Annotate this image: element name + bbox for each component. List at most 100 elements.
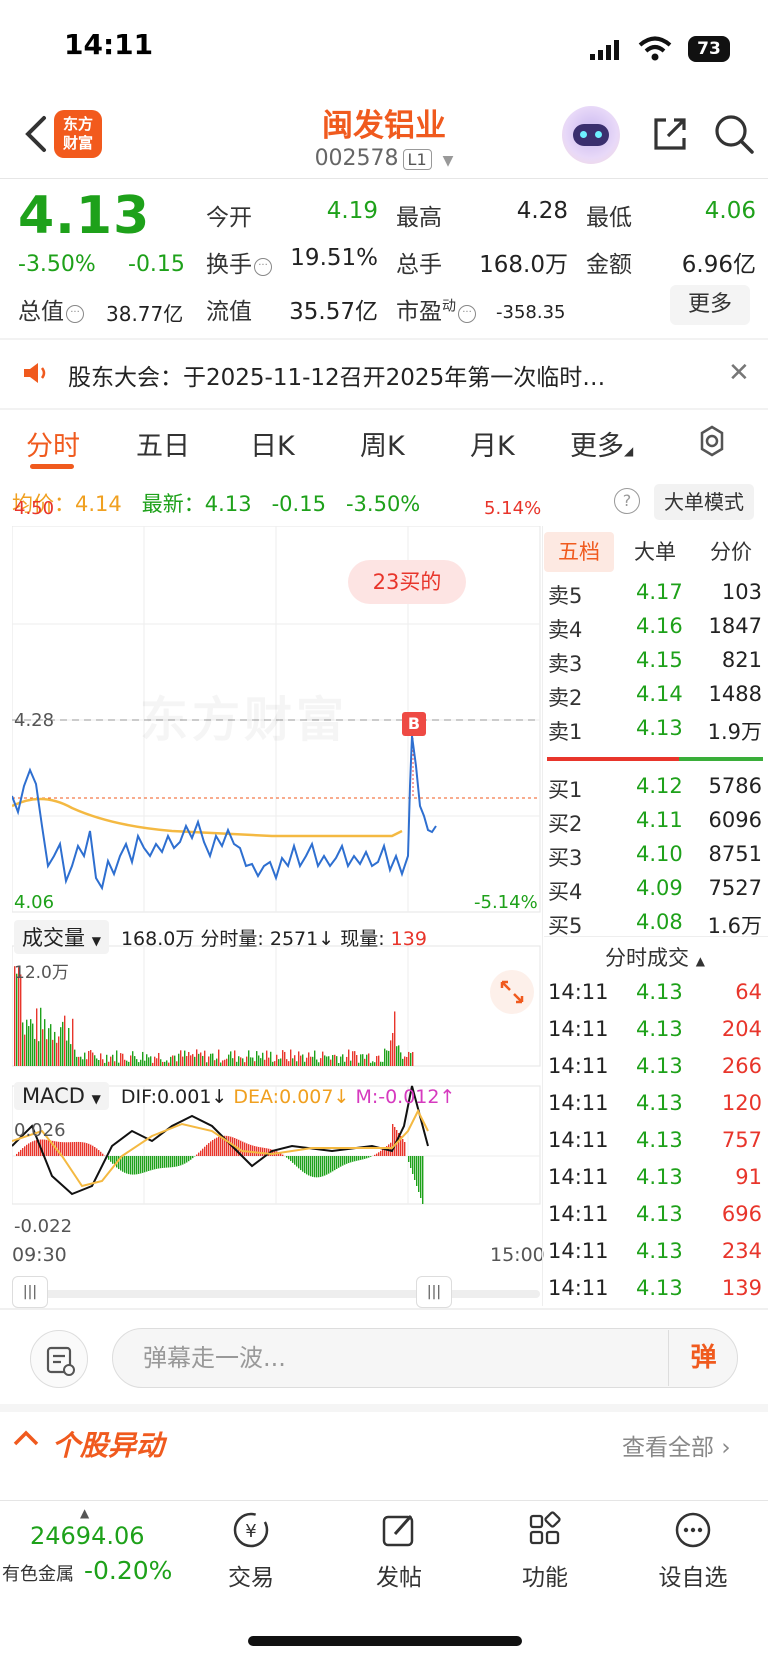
macd-bar	[162, 1156, 164, 1168]
tab-five-levels[interactable]: 五档	[544, 532, 614, 572]
index-change-pct[interactable]: -0.20%	[84, 1556, 172, 1585]
share-icon[interactable]	[650, 114, 690, 154]
range-handle-right[interactable]: |||	[416, 1276, 452, 1308]
volume-bar	[358, 1062, 360, 1066]
comment-input[interactable]: 弹幕走一波...	[112, 1328, 738, 1388]
tab-more[interactable]: 更多◢	[570, 424, 633, 463]
caret-up-icon: ▲	[80, 1506, 90, 1520]
volume-bar	[26, 1019, 28, 1066]
volume-bar	[212, 1053, 214, 1066]
chevron-up-icon[interactable]	[12, 1428, 40, 1448]
notice-text[interactable]: 股东大会：于2025-11-12召开2025年第一次临时…	[68, 358, 688, 392]
macd-indicator-select[interactable]: MACD ▼	[14, 1082, 109, 1110]
pe-value: -358.35	[496, 302, 566, 323]
macd-dea: DEA:0.007	[233, 1086, 334, 1108]
tab-big-orders[interactable]: 大单	[620, 532, 690, 572]
tab-price-dist[interactable]: 分价	[696, 532, 766, 572]
info-icon[interactable]: ···	[66, 305, 84, 323]
tab-intraday[interactable]: 分时	[26, 424, 80, 463]
macd-bar	[326, 1156, 328, 1175]
expand-icon[interactable]	[490, 970, 534, 1014]
danmu-button[interactable]: 弹	[668, 1330, 738, 1386]
volume-select-label: 成交量	[22, 926, 85, 950]
cur-volume-value: 139	[390, 928, 427, 950]
volume-bar	[242, 1058, 244, 1066]
macd-bar	[164, 1156, 166, 1168]
macd-m: M:-0.012	[355, 1086, 440, 1108]
volume-bar	[174, 1055, 176, 1066]
stock-code: 002578	[314, 146, 399, 171]
ticks-title[interactable]: 分时成交 ▲	[548, 942, 762, 972]
macd-bar	[200, 1150, 202, 1156]
bid-row: 买4 4.09 7527	[548, 876, 762, 910]
volume-axis-max: 12.0万	[14, 963, 69, 983]
tab-five-day[interactable]: 五日	[136, 424, 190, 463]
tab-weekly-k[interactable]: 周K	[360, 424, 405, 463]
bid-row: 买3 4.10 8751	[548, 842, 762, 876]
amount-label: 金额	[586, 252, 632, 278]
tab-monthly-k[interactable]: 月K	[470, 424, 515, 463]
volume-bar	[254, 1061, 256, 1066]
intraday-chart[interactable]	[12, 526, 542, 1246]
search-icon[interactable]	[712, 112, 756, 156]
volume-bar	[158, 1052, 160, 1066]
close-icon[interactable]: ✕	[728, 358, 750, 388]
bid-label: 买3	[548, 846, 583, 870]
nav-post[interactable]: 发帖	[344, 1508, 454, 1592]
macd-bar	[300, 1156, 302, 1171]
macd-bar	[154, 1156, 156, 1170]
volume-bar	[22, 1022, 24, 1066]
range-handle-left[interactable]: |||	[12, 1276, 48, 1308]
macd-bar	[320, 1156, 322, 1177]
volume-bar	[304, 1061, 306, 1066]
view-all-link[interactable]: 查看全部 ›	[622, 1428, 731, 1462]
volume-bar	[170, 1056, 172, 1066]
tab-daily-k[interactable]: 日K	[250, 424, 295, 463]
big-order-mode-button[interactable]: 大单模式	[654, 484, 754, 520]
macd-bar	[84, 1142, 86, 1156]
index-value[interactable]: 24694.06	[30, 1522, 145, 1550]
volume-bar	[68, 1027, 70, 1066]
comment-list-icon[interactable]	[30, 1330, 88, 1388]
volume-bar	[370, 1062, 372, 1066]
info-icon[interactable]: ···	[254, 258, 272, 276]
macd-bar	[144, 1156, 146, 1173]
volume-indicator-select[interactable]: 成交量 ▼	[14, 920, 109, 954]
volume-bar	[410, 1053, 412, 1066]
time-start: 09:30	[12, 1244, 67, 1266]
volume-bar	[96, 1058, 98, 1066]
volume-bar	[388, 1050, 390, 1066]
buy-marker[interactable]: B	[402, 712, 426, 736]
macd-bar	[306, 1156, 308, 1175]
settings-icon[interactable]	[695, 424, 729, 458]
volume-bar	[308, 1052, 310, 1066]
tick-volume: 266	[721, 1054, 762, 1078]
volume-bar	[90, 1050, 92, 1066]
low-value: 4.06	[704, 198, 756, 224]
macd-bar	[66, 1142, 68, 1156]
nav-add-watchlist[interactable]: 设自选	[638, 1508, 748, 1592]
macd-bar	[160, 1156, 162, 1169]
volume-bar	[86, 1059, 88, 1066]
nav-trade[interactable]: ¥ 交易	[196, 1508, 306, 1592]
index-name[interactable]: 有色金属	[2, 1560, 74, 1586]
nav-post-label: 发帖	[376, 1565, 422, 1591]
help-icon[interactable]: ?	[614, 488, 640, 514]
range-scrollbar[interactable]	[14, 1290, 540, 1298]
nav-functions-label: 功能	[522, 1565, 568, 1591]
volume-bar	[118, 1062, 120, 1066]
nav-functions[interactable]: 功能	[490, 1508, 600, 1592]
assistant-avatar-icon[interactable]	[562, 106, 620, 164]
ask-row: 卖5 4.17 103	[548, 580, 762, 614]
macd-bar	[166, 1156, 168, 1168]
tick-price: 4.13	[636, 980, 683, 1004]
buyers-bubble[interactable]: 23买的	[348, 560, 466, 604]
float-value: 35.57亿	[289, 299, 378, 325]
macd-bar	[378, 1152, 380, 1156]
more-button[interactable]: 更多	[670, 285, 750, 325]
info-icon[interactable]: ···	[458, 305, 476, 323]
caret-down-icon: ▼	[91, 934, 101, 948]
macd-bar	[32, 1141, 34, 1156]
volume-bar	[198, 1053, 200, 1066]
macd-bar	[178, 1156, 180, 1166]
